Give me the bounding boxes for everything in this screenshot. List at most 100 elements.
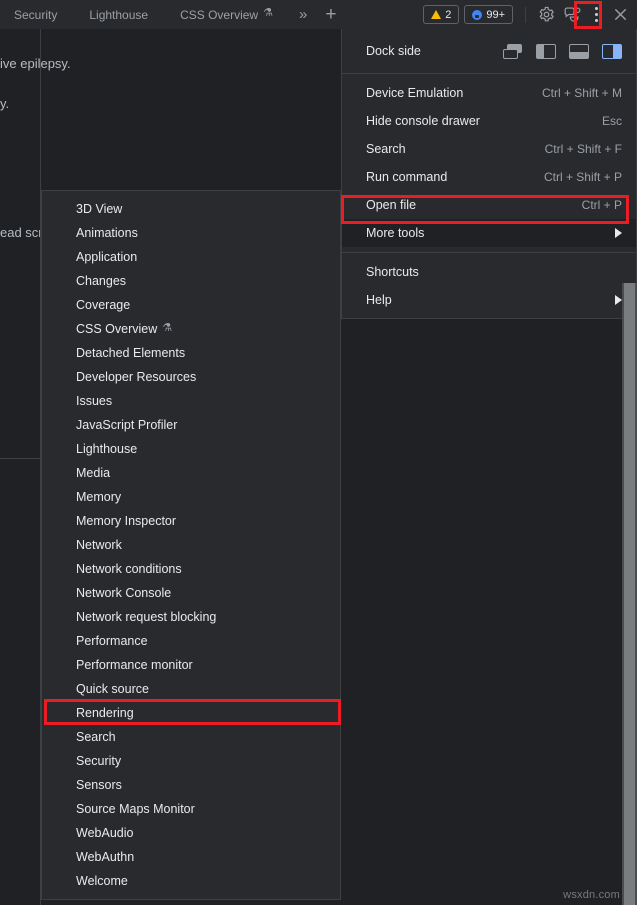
menu-item-shortcut: Ctrl + Shift + P (544, 170, 622, 184)
menu-item-label: Run command (366, 170, 447, 184)
warning-count: 2 (445, 9, 451, 21)
submenu-item-security[interactable]: Security (42, 749, 340, 773)
menu-separator (342, 252, 636, 253)
scrollbar-thumb[interactable] (624, 283, 635, 905)
more-tools-submenu: 3D View Animations Application Changes C… (41, 190, 341, 900)
submenu-item-network-request-blocking[interactable]: Network request blocking (42, 605, 340, 629)
info-circle-icon (472, 10, 482, 20)
submenu-item-search[interactable]: Search (42, 725, 340, 749)
submenu-item-coverage[interactable]: Coverage (42, 293, 340, 317)
menu-item-search[interactable]: Search Ctrl + Shift + F (342, 135, 636, 163)
close-icon[interactable] (607, 2, 633, 28)
menu-item-hide-console-drawer[interactable]: Hide console drawer Esc (342, 107, 636, 135)
submenu-item-rendering[interactable]: Rendering (42, 701, 340, 725)
submenu-item-label: Issues (76, 394, 112, 408)
submenu-item-3d-view[interactable]: 3D View (42, 197, 340, 221)
more-tabs-icon[interactable]: » (289, 0, 317, 29)
submenu-item-memory[interactable]: Memory (42, 485, 340, 509)
watermark: wsxdn.com (563, 889, 620, 901)
submenu-item-label: Performance (76, 634, 148, 648)
submenu-item-changes[interactable]: Changes (42, 269, 340, 293)
vertical-scrollbar[interactable] (622, 283, 637, 905)
submenu-item-label: Developer Resources (76, 370, 196, 384)
menu-item-run-command[interactable]: Run command Ctrl + Shift + P (342, 163, 636, 191)
submenu-item-javascript-profiler[interactable]: JavaScript Profiler (42, 413, 340, 437)
dock-side-row: Dock side (342, 34, 636, 68)
toolbar-divider (525, 7, 526, 23)
issues-counter[interactable]: 99+ (464, 5, 513, 24)
submenu-item-quick-source[interactable]: Quick source (42, 677, 340, 701)
warning-triangle-icon (431, 10, 441, 19)
submenu-item-webaudio[interactable]: WebAudio (42, 821, 340, 845)
submenu-item-label: Lighthouse (76, 442, 137, 456)
add-tab-icon[interactable]: + (317, 0, 344, 29)
tab-lighthouse[interactable]: Lighthouse (73, 0, 164, 29)
menu-item-label: Hide console drawer (366, 114, 480, 128)
submenu-item-memory-inspector[interactable]: Memory Inspector (42, 509, 340, 533)
feedback-icon[interactable] (559, 2, 585, 28)
submenu-item-webauthn[interactable]: WebAuthn (42, 845, 340, 869)
submenu-item-issues[interactable]: Issues (42, 389, 340, 413)
submenu-item-css-overview[interactable]: CSS Overview ⚗ (42, 317, 340, 341)
submenu-item-application[interactable]: Application (42, 245, 340, 269)
tab-label: Lighthouse (89, 8, 148, 22)
menu-item-shortcuts[interactable]: Shortcuts (342, 258, 636, 286)
submenu-item-label: Sensors (76, 778, 122, 792)
menu-item-device-emulation[interactable]: Device Emulation Ctrl + Shift + M (342, 79, 636, 107)
tab-label: Security (14, 8, 57, 22)
submenu-item-network-console[interactable]: Network Console (42, 581, 340, 605)
submenu-item-network-conditions[interactable]: Network conditions (42, 557, 340, 581)
submenu-item-label: Network conditions (76, 562, 182, 576)
three-dots-vertical-icon[interactable] (585, 3, 607, 27)
submenu-item-label: Search (76, 730, 116, 744)
submenu-item-label: Changes (76, 274, 126, 288)
dock-to-left-icon[interactable] (536, 44, 556, 59)
submenu-item-label: Rendering (76, 706, 134, 720)
submenu-item-label: Security (76, 754, 121, 768)
more-options-dropdown-menu: Dock side Device Emulation Ctrl + Shift … (341, 29, 637, 319)
submenu-item-network[interactable]: Network (42, 533, 340, 557)
submenu-item-label: CSS Overview (76, 322, 157, 336)
submenu-item-developer-resources[interactable]: Developer Resources (42, 365, 340, 389)
submenu-item-label: Detached Elements (76, 346, 185, 360)
flask-icon: ⚗ (162, 323, 172, 334)
menu-item-help[interactable]: Help (342, 286, 636, 314)
menu-item-shortcut: Esc (602, 114, 622, 128)
submenu-item-media[interactable]: Media (42, 461, 340, 485)
undock-into-separate-window-icon[interactable] (503, 44, 523, 59)
gear-icon[interactable] (533, 2, 559, 28)
submenu-item-lighthouse[interactable]: Lighthouse (42, 437, 340, 461)
submenu-item-label: Memory Inspector (76, 514, 176, 528)
submenu-item-label: Memory (76, 490, 121, 504)
menu-item-label: Open file (366, 198, 416, 212)
menu-item-shortcut: Ctrl + P (582, 198, 622, 212)
submenu-item-label: JavaScript Profiler (76, 418, 177, 432)
dock-side-label: Dock side (366, 44, 421, 58)
tab-css-overview[interactable]: CSS Overview ⚗ (164, 0, 289, 29)
submenu-item-label: 3D View (76, 202, 122, 216)
submenu-item-performance[interactable]: Performance (42, 629, 340, 653)
submenu-item-sensors[interactable]: Sensors (42, 773, 340, 797)
menu-item-label: Search (366, 142, 406, 156)
submenu-item-welcome[interactable]: Welcome (42, 869, 340, 893)
submenu-item-label: Network request blocking (76, 610, 216, 624)
background-text-fragment: y. (0, 96, 9, 111)
submenu-item-performance-monitor[interactable]: Performance monitor (42, 653, 340, 677)
tab-security[interactable]: Security (0, 0, 73, 29)
submenu-item-label: WebAuthn (76, 850, 134, 864)
dock-to-bottom-icon[interactable] (569, 44, 589, 59)
warning-counter[interactable]: 2 (423, 5, 459, 24)
submenu-item-detached-elements[interactable]: Detached Elements (42, 341, 340, 365)
submenu-item-source-maps-monitor[interactable]: Source Maps Monitor (42, 797, 340, 821)
chevron-right-icon (615, 228, 622, 238)
submenu-item-animations[interactable]: Animations (42, 221, 340, 245)
menu-item-more-tools[interactable]: More tools (342, 219, 636, 247)
submenu-item-label: Network (76, 538, 122, 552)
tab-label: CSS Overview (180, 8, 258, 22)
submenu-item-label: WebAudio (76, 826, 133, 840)
tabbar-right-controls: 2 99+ (423, 0, 637, 29)
menu-item-open-file[interactable]: Open file Ctrl + P (342, 191, 636, 219)
devtools-tab-bar: Security Lighthouse CSS Overview ⚗ » + 2… (0, 0, 637, 29)
flask-icon: ⚗ (263, 8, 273, 19)
dock-to-right-icon[interactable] (602, 44, 622, 59)
